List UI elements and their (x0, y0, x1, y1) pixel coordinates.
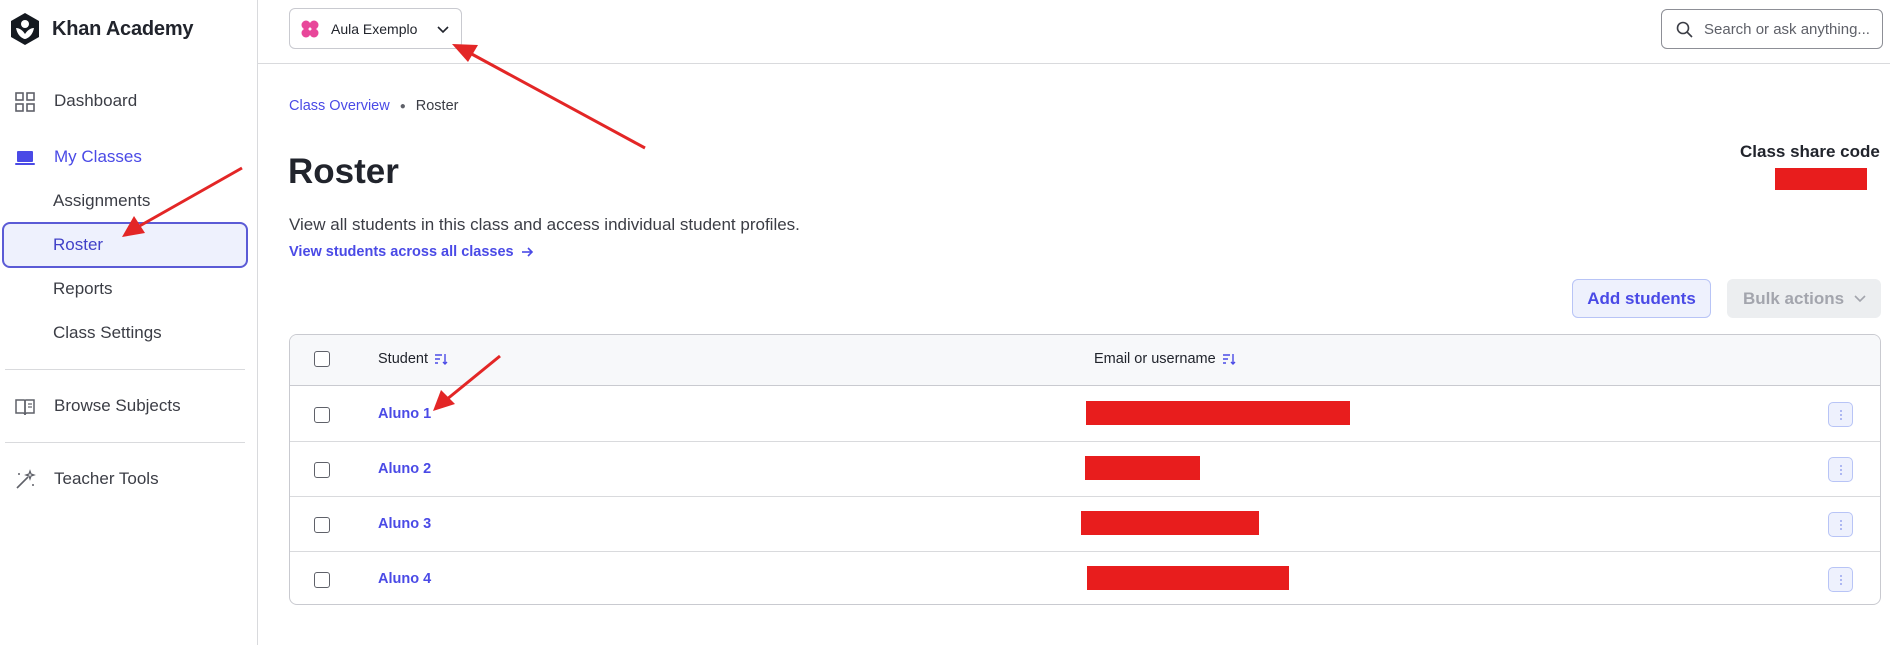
chevron-down-icon (1854, 295, 1866, 303)
student-name-link[interactable]: Aluno 3 (378, 516, 431, 532)
sidebar-item-class-settings[interactable]: Class Settings (2, 311, 248, 355)
row-checkbox[interactable] (314, 407, 330, 423)
search-placeholder: Search or ask anything... (1704, 20, 1870, 38)
khan-academy-logo-icon (11, 13, 39, 45)
sidebar-item-dashboard[interactable]: Dashboard (0, 81, 250, 121)
breadcrumb-separator: ● (399, 100, 406, 112)
sidebar-item-reports[interactable]: Reports (2, 267, 248, 311)
email-redacted (1086, 401, 1350, 425)
class-share-code-label: Class share code (1740, 142, 1880, 161)
class-share-code-redacted (1775, 168, 1867, 190)
class-flower-icon (301, 20, 319, 38)
grid-icon (15, 92, 35, 112)
row-checkbox[interactable] (314, 462, 330, 478)
sidebar-item-label: Roster (53, 235, 104, 254)
roster-table: Student Email or username Aluno 1 Aluno … (289, 334, 1881, 605)
sidebar-item-label: My Classes (54, 147, 142, 166)
row-checkbox[interactable] (314, 572, 330, 588)
kebab-menu-icon (1839, 409, 1842, 420)
arrow-right-icon (521, 247, 533, 257)
row-menu-button[interactable] (1828, 402, 1853, 427)
table-row: Aluno 4 (290, 552, 1880, 604)
student-name-link[interactable]: Aluno 1 (378, 406, 431, 422)
khan-academy-logo[interactable]: Khan Academy (8, 10, 194, 48)
sidebar-divider (5, 442, 245, 443)
logo-text: Khan Academy (52, 17, 194, 40)
row-menu-button[interactable] (1828, 512, 1853, 537)
laptop-icon (15, 151, 35, 165)
chevron-down-icon (437, 26, 449, 34)
kebab-menu-icon (1839, 464, 1842, 475)
sidebar-item-label: Teacher Tools (54, 469, 159, 488)
class-selector-label: Aula Exemplo (331, 20, 418, 37)
class-selector[interactable]: Aula Exemplo (289, 8, 462, 49)
sidebar-item-label: Assignments (53, 191, 151, 210)
add-students-button[interactable]: Add students (1572, 279, 1711, 318)
sidebar-item-label: Dashboard (54, 91, 138, 110)
table-row: Aluno 1 (290, 387, 1880, 442)
student-name-link[interactable]: Aluno 2 (378, 461, 431, 477)
breadcrumb-current: Roster (415, 98, 459, 114)
search-input[interactable]: Search or ask anything... (1661, 9, 1883, 49)
breadcrumb-class-overview[interactable]: Class Overview (289, 98, 390, 114)
kebab-menu-icon (1839, 519, 1842, 530)
sidebar-item-my-classes[interactable]: My Classes (0, 137, 250, 177)
student-name-link[interactable]: Aluno 4 (378, 571, 431, 587)
column-header-student[interactable]: Student (378, 351, 448, 367)
book-icon (15, 399, 35, 416)
sidebar: Khan Academy Dashboard My Classes Assign… (0, 0, 258, 645)
sidebar-item-label: Browse Subjects (54, 396, 181, 415)
row-menu-button[interactable] (1828, 457, 1853, 482)
sidebar-item-browse-subjects[interactable]: Browse Subjects (0, 386, 250, 426)
sidebar-item-roster[interactable]: Roster (2, 222, 248, 268)
bulk-actions-button[interactable]: Bulk actions (1727, 279, 1881, 318)
sidebar-item-label: Class Settings (53, 323, 162, 342)
select-all-checkbox[interactable] (314, 351, 330, 367)
column-header-label: Student (378, 351, 428, 367)
sort-icon (435, 354, 448, 365)
top-bar: Aula Exemplo Search or ask anything... (258, 0, 1890, 64)
table-row: Aluno 2 (290, 442, 1880, 497)
sidebar-item-label: Reports (53, 279, 113, 298)
page-title: Roster (288, 152, 399, 191)
table-header: Student Email or username (290, 335, 1880, 386)
email-redacted (1087, 566, 1289, 590)
sidebar-divider (5, 369, 245, 370)
page-description: View all students in this class and acce… (289, 215, 800, 234)
row-checkbox[interactable] (314, 517, 330, 533)
sidebar-item-teacher-tools[interactable]: Teacher Tools (0, 459, 250, 499)
breadcrumb: Class Overview ● Roster (289, 98, 458, 114)
sort-icon (1222, 354, 1236, 365)
sidebar-item-assignments[interactable]: Assignments (2, 179, 248, 223)
kebab-menu-icon (1839, 574, 1842, 585)
table-row: Aluno 3 (290, 497, 1880, 552)
bulk-actions-label: Bulk actions (1743, 288, 1845, 308)
search-icon (1676, 21, 1693, 38)
row-menu-button[interactable] (1828, 567, 1853, 592)
column-header-label: Email or username (1094, 351, 1216, 367)
email-redacted (1081, 511, 1259, 535)
magic-wand-icon (16, 469, 36, 489)
view-link-label: View students across all classes (289, 244, 514, 260)
column-header-email[interactable]: Email or username (1094, 351, 1236, 367)
email-redacted (1085, 456, 1200, 480)
view-students-all-classes-link[interactable]: View students across all classes (289, 244, 534, 260)
